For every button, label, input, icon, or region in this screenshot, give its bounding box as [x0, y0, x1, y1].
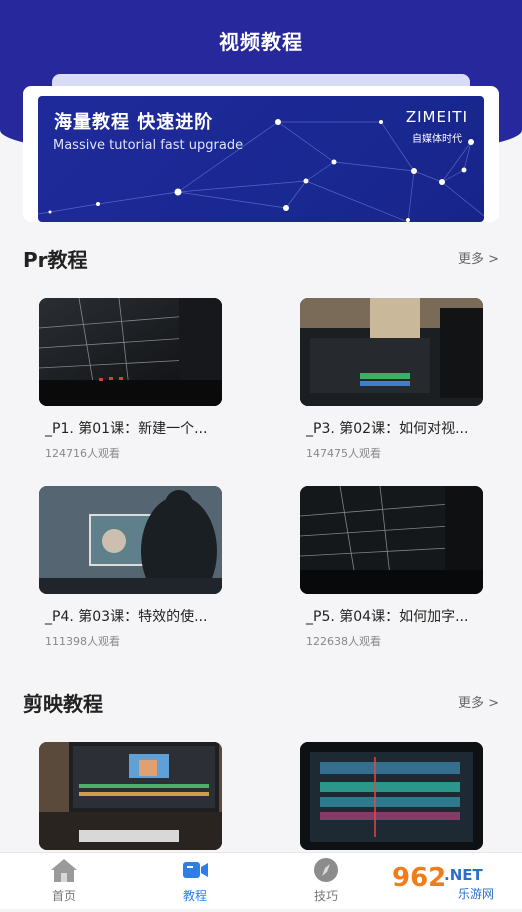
editing-desk-image: [39, 742, 222, 850]
editor-person-image: [39, 486, 222, 594]
video-thumbnail[interactable]: [39, 742, 222, 850]
tab-label: 教程: [182, 889, 207, 903]
watermark-name: 乐游网: [458, 887, 494, 901]
banner[interactable]: 海量教程 快速进阶 Massive tutorial fast upgrade …: [38, 96, 484, 222]
video-thumbnail[interactable]: [300, 298, 483, 406]
more-link[interactable]: 更多 >: [458, 248, 499, 267]
tab-home[interactable]: 首页: [24, 853, 104, 909]
tab-label: 技巧: [313, 889, 338, 903]
video-views: 111398人观看: [45, 635, 120, 648]
video-title: _P3. 第02课：如何对视...: [306, 421, 469, 437]
video-thumbnail[interactable]: [39, 298, 222, 406]
video-title: _P4. 第03课：特效的使...: [45, 609, 208, 625]
section-header-jianying: 剪映教程 更多 >: [23, 688, 499, 718]
watermark-domain: .NET: [444, 866, 483, 884]
section-title: Pr教程: [23, 248, 88, 272]
video-camera-icon: [183, 862, 208, 878]
video-thumbnail[interactable]: [39, 486, 222, 594]
section-header-pr: Pr教程 更多 >: [23, 244, 499, 274]
editing-screen-image: [300, 298, 483, 406]
compass-icon: [314, 858, 338, 882]
more-link[interactable]: 更多 >: [458, 692, 499, 711]
video-card[interactable]: [300, 742, 484, 850]
banner-subtitle: Massive tutorial fast upgrade: [53, 138, 244, 153]
video-views: 124716人观看: [45, 447, 120, 460]
watermark-number: 962: [392, 863, 446, 893]
tab-label: 首页: [51, 889, 76, 903]
banner-brand-sub: 自媒体时代: [412, 134, 462, 145]
video-thumbnail[interactable]: [300, 486, 483, 594]
editing-screen-image: [300, 742, 483, 850]
video-card[interactable]: _P5. 第04课：如何加字... 122638人观看: [300, 486, 484, 649]
video-title: _P5. 第04课：如何加字...: [306, 609, 469, 625]
video-card[interactable]: _P4. 第03课：特效的使... 111398人观看: [39, 486, 223, 649]
watermark-logo: 962 .NET 乐游网: [386, 852, 522, 908]
banner-brand: ZIMEITI: [405, 108, 468, 126]
video-card[interactable]: [39, 742, 223, 850]
video-views: 122638人观看: [306, 635, 381, 648]
tab-tips[interactable]: 技巧: [286, 853, 366, 909]
video-card[interactable]: _P3. 第02课：如何对视... 147475人观看: [300, 298, 484, 461]
video-views: 147475人观看: [306, 447, 381, 460]
video-thumbnail[interactable]: [300, 742, 483, 850]
banner-title: 海量教程 快速进阶: [54, 112, 214, 133]
section-title: 剪映教程: [23, 692, 103, 716]
tab-tutorials[interactable]: 教程: [155, 853, 235, 909]
page-title: 视频教程: [219, 30, 303, 54]
video-title: _P1. 第01课：新建一个...: [45, 421, 208, 437]
video-card[interactable]: _P1. 第01课：新建一个... 124716人观看: [39, 298, 223, 461]
watermark-graphic: 962 .NET 乐游网: [386, 858, 514, 904]
editing-screen-image: [300, 486, 483, 594]
editing-screen-image: [39, 298, 222, 406]
home-icon: [51, 859, 77, 882]
